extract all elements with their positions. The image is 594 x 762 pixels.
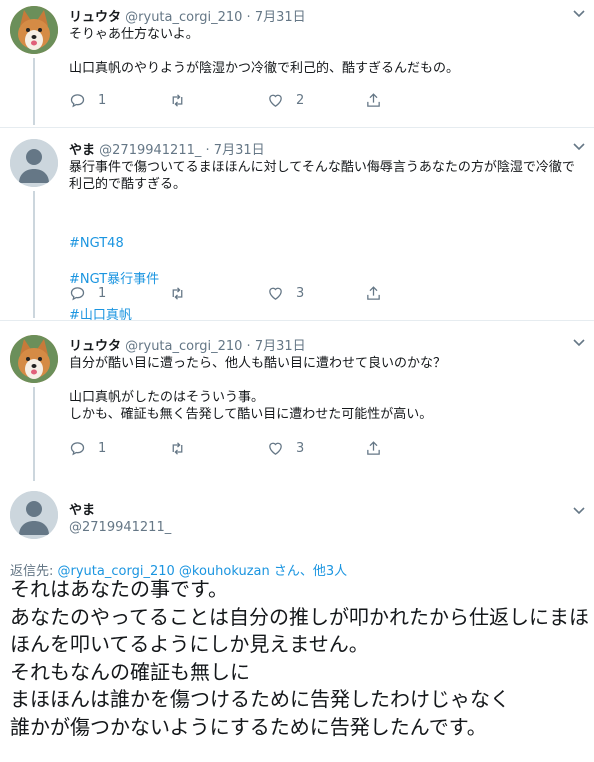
tweet-header: リュウタ @ryuta_corgi_210 · 7月31日: [69, 335, 306, 354]
retweet-button[interactable]: [169, 285, 198, 302]
tweet-actions: 1 2: [69, 92, 489, 112]
reply-count: 1: [98, 93, 107, 108]
thread-line: [33, 387, 35, 481]
share-icon: [367, 93, 380, 107]
avatar[interactable]: [10, 139, 58, 187]
author-info: やま @2719941211_: [69, 499, 171, 535]
timestamp[interactable]: 7月31日: [214, 143, 265, 158]
hashtag-list: #NGT48 #NGT暴行事件 #山口真帆: [69, 217, 584, 342]
hashtag-link[interactable]: #NGT48: [69, 234, 584, 253]
reply-icon: [70, 442, 85, 456]
divider: [0, 127, 594, 128]
like-count: 3: [296, 441, 305, 456]
reply-count: 1: [98, 441, 107, 456]
like-button[interactable]: 3: [267, 285, 304, 302]
display-name[interactable]: リュウタ: [69, 339, 121, 354]
share-button[interactable]: [365, 440, 394, 457]
avatar[interactable]: [10, 491, 58, 539]
heart-icon: [269, 94, 282, 107]
username[interactable]: @ryuta_corgi_210: [125, 10, 242, 25]
divider: [0, 320, 594, 321]
main-tweet-text: それはあなたの事です。 あなたのやってることは自分の推しが叩かれたから仕返しにま…: [10, 577, 589, 739]
reply-count: 1: [98, 286, 107, 301]
heart-icon: [269, 287, 282, 300]
tweet[interactable]: やま @2719941211_ · 7月31日 暴行事件で傷ついてるまほほんに対…: [0, 133, 594, 323]
hashtag-link[interactable]: #山口真帆: [69, 306, 584, 325]
username[interactable]: @ryuta_corgi_210: [125, 339, 242, 354]
share-button[interactable]: [365, 92, 394, 109]
reply-icon: [70, 94, 85, 108]
tweet-header: リュウタ @ryuta_corgi_210 · 7月31日: [69, 6, 306, 25]
timestamp[interactable]: 7月31日: [255, 10, 306, 25]
retweet-icon: [172, 442, 183, 455]
like-button[interactable]: 3: [267, 440, 304, 457]
tweet-text: 暴行事件で傷ついてるまほほんに対してそんな酷い侮辱言うあなたの方が陰湿で冷徹で利…: [69, 160, 575, 192]
chevron-down-icon[interactable]: [572, 141, 586, 151]
like-button[interactable]: 2: [267, 92, 304, 109]
corgi-avatar-image: [10, 335, 58, 383]
tweet-header: やま @2719941211_ · 7月31日: [69, 139, 265, 158]
tweet[interactable]: リュウタ @ryuta_corgi_210 · 7月31日 自分が酷い目に遭った…: [0, 329, 594, 481]
corgi-avatar-image: [10, 6, 58, 54]
tweet-text: 自分が酷い目に遭ったら、他人も酷い目に遭わせて良いのかな？ 山口真帆がしたのはそ…: [69, 356, 447, 422]
default-profile-icon: [10, 491, 58, 539]
tweet[interactable]: リュウタ @ryuta_corgi_210 · 7月31日 そりゃあ仕方ないよ。…: [0, 0, 594, 125]
separator-dot: ·: [246, 339, 251, 354]
timestamp[interactable]: 7月31日: [255, 339, 306, 354]
like-count: 2: [296, 93, 305, 108]
avatar[interactable]: [10, 6, 58, 54]
chevron-down-icon[interactable]: [572, 8, 586, 18]
share-icon: [367, 286, 380, 300]
separator-dot: ·: [205, 143, 210, 158]
like-count: 3: [296, 286, 305, 301]
retweet-button[interactable]: [169, 92, 198, 109]
tweet-text: そりゃあ仕方ないよ。 山口真帆のやりようが陰湿かつ冷徹で利己的、酷すぎるんだもの…: [69, 27, 460, 76]
avatar[interactable]: [10, 335, 58, 383]
username[interactable]: @2719941211_: [69, 520, 171, 535]
display-name[interactable]: リュウタ: [69, 10, 121, 25]
share-icon: [367, 441, 380, 455]
username[interactable]: @2719941211_: [99, 143, 201, 158]
display-name[interactable]: やま: [69, 143, 95, 158]
separator-dot: ·: [246, 10, 251, 25]
tweet-actions: 1 3: [69, 440, 489, 460]
share-button[interactable]: [365, 285, 394, 302]
display-name[interactable]: やま: [69, 499, 171, 518]
chevron-down-icon[interactable]: [572, 337, 586, 347]
reply-button[interactable]: 1: [69, 285, 106, 302]
thread-line: [33, 58, 35, 125]
heart-icon: [269, 442, 282, 455]
thread-line: [33, 191, 35, 318]
tweet-actions: 1 3: [69, 285, 489, 305]
retweet-icon: [172, 94, 183, 107]
retweet-icon: [172, 287, 183, 300]
reply-button[interactable]: 1: [69, 92, 106, 109]
reply-icon: [70, 287, 85, 301]
chevron-down-icon[interactable]: [572, 505, 586, 515]
default-profile-icon: [10, 139, 58, 187]
retweet-button[interactable]: [169, 440, 198, 457]
reply-button[interactable]: 1: [69, 440, 106, 457]
